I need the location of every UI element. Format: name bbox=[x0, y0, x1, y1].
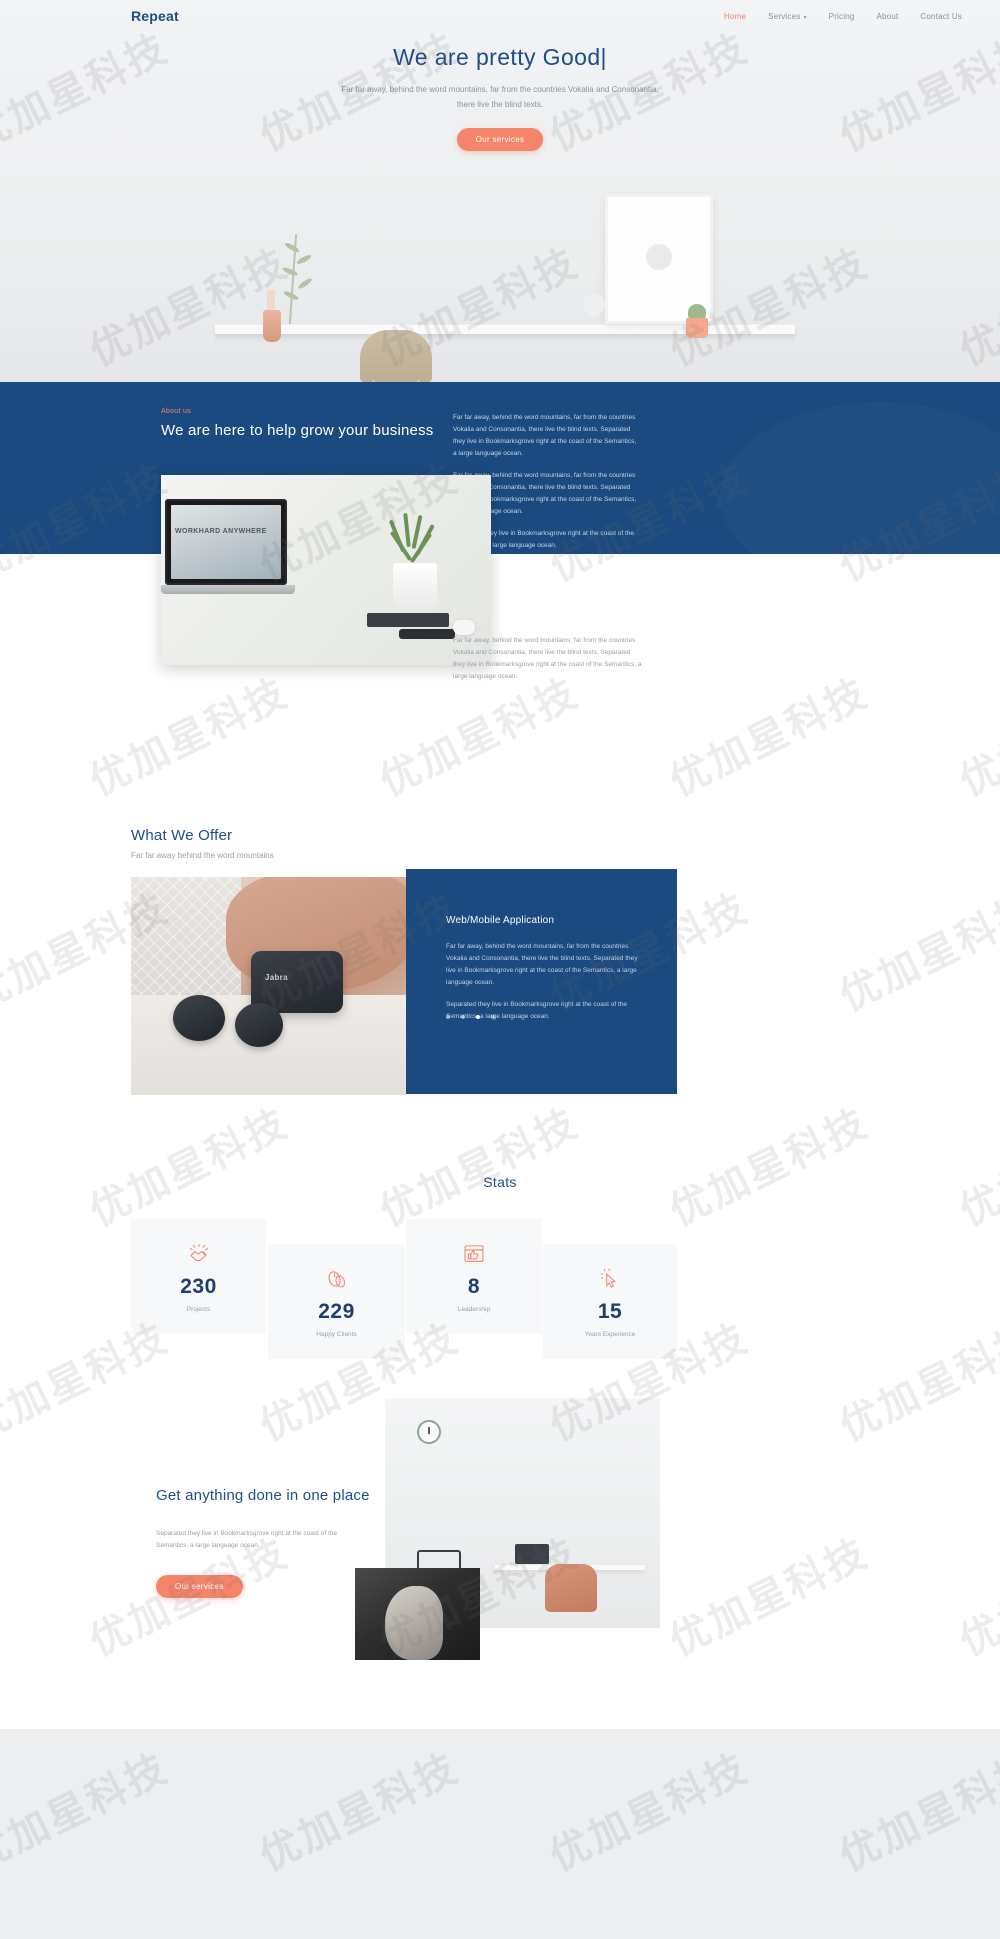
mesh-texture bbox=[131, 877, 241, 997]
watermark-text: 优加星科技 bbox=[82, 1099, 296, 1235]
thumbs-up-window-icon bbox=[464, 1245, 484, 1262]
carousel-dot[interactable] bbox=[461, 1015, 465, 1019]
plant-leaf bbox=[281, 266, 299, 277]
watermark-text: 优加星科技 bbox=[662, 1529, 876, 1665]
potted-plant-leaves bbox=[387, 512, 443, 569]
offer-product-image: Jabra bbox=[131, 877, 406, 1095]
stat-value: 8 bbox=[467, 1275, 481, 1298]
wall-clock bbox=[417, 1420, 441, 1444]
laptop-screen-text: WORKHARD ANYWHERE bbox=[175, 528, 267, 535]
earbud-right bbox=[235, 1003, 283, 1047]
carousel-dot[interactable] bbox=[491, 1015, 495, 1019]
carousel-dots bbox=[446, 1015, 495, 1019]
offer-card-paragraph: Separated they live in Bookmarksgrove ri… bbox=[446, 1001, 628, 1021]
watermark-text: 优加星科技 bbox=[82, 669, 296, 805]
watermark-text: 优加星科技 bbox=[0, 1529, 6, 1665]
watermark-text: 优加星科技 bbox=[372, 1099, 586, 1235]
get-anything-text: Separated they live in Bookmarksgrove ri… bbox=[156, 1530, 338, 1550]
stat-label: Happy Clients bbox=[316, 1331, 357, 1338]
white-plant-pot bbox=[393, 563, 437, 609]
carousel-dot-active[interactable] bbox=[476, 1015, 480, 1019]
get-anything-cta-button[interactable]: Our services bbox=[156, 1575, 243, 1598]
watermark-text: 优加星科技 bbox=[832, 1314, 1000, 1450]
computer-mouse bbox=[453, 620, 475, 635]
offer-card-title: Web/Mobile Application bbox=[446, 915, 555, 926]
hero-subtitle: Far far away, behind the word mountains,… bbox=[341, 85, 659, 109]
stat-label: Years Experience bbox=[584, 1331, 636, 1338]
watermark-text: 优加星科技 bbox=[662, 1099, 876, 1235]
terracotta-vase bbox=[263, 310, 281, 342]
wall-circle-decor-small bbox=[583, 294, 605, 316]
nav-item-services[interactable]: Services ▾ bbox=[768, 12, 807, 21]
small-plant-pot bbox=[686, 318, 708, 338]
watermark-text: 优加星科技 bbox=[832, 884, 1000, 1020]
page-title: We are pretty Good| bbox=[393, 44, 607, 70]
offer-card-text: Far far away, behind the word mountains,… bbox=[446, 941, 646, 1033]
stat-card-projects: 230 Projects bbox=[131, 1219, 266, 1334]
watermark-text: 优加星科技 bbox=[662, 669, 876, 805]
desk-surface bbox=[215, 324, 795, 334]
offer-subheading: Far far away behind the word mountains bbox=[131, 851, 274, 860]
stat-card-years-experience: 15 Years Experience bbox=[543, 1244, 677, 1359]
plant-leaf bbox=[296, 276, 314, 291]
stat-label: Projects bbox=[186, 1306, 211, 1313]
portrait-image bbox=[355, 1568, 480, 1660]
smartphone bbox=[399, 629, 455, 639]
nav-item-contact-us[interactable]: Contact Us bbox=[920, 12, 962, 21]
handshake-icon bbox=[189, 1244, 208, 1262]
office-chair-orange bbox=[545, 1564, 597, 1612]
about-section: About us We are here to help grow your b… bbox=[0, 382, 1000, 554]
watermark-text: 优加星科技 bbox=[0, 1099, 6, 1235]
stat-value: 230 bbox=[180, 1275, 217, 1298]
wall-circle-decor bbox=[566, 252, 600, 286]
stat-card-leadership: 8 Leadership bbox=[406, 1219, 542, 1334]
about-eyebrow-label: About us bbox=[161, 408, 192, 415]
decorative-circle bbox=[720, 402, 1000, 554]
nav-item-home[interactable]: Home bbox=[724, 12, 746, 21]
offer-heading: What We Offer bbox=[131, 827, 233, 844]
main-navigation: Home Services ▾ Pricing About Contact Us bbox=[724, 12, 962, 21]
profile-silhouette bbox=[385, 1586, 443, 1660]
chevron-down-icon: ▾ bbox=[803, 15, 807, 21]
chair bbox=[360, 330, 432, 382]
nav-item-pricing[interactable]: Pricing bbox=[829, 12, 855, 21]
earbud-left bbox=[173, 995, 225, 1041]
logo[interactable]: Repeat bbox=[131, 8, 179, 24]
site-footer: CONTACT 43 Raymouth Rd. Baltemoer, Londo… bbox=[0, 1729, 1000, 1939]
offer-intro-text: Far far away, behind the word mountains,… bbox=[453, 637, 642, 681]
plant-leaf bbox=[295, 253, 313, 266]
laptop-base bbox=[161, 585, 295, 594]
candle bbox=[267, 290, 275, 312]
offer-card: Web/Mobile Application Far far away, beh… bbox=[406, 869, 677, 1094]
offer-card-paragraph: Far far away, behind the word mountains,… bbox=[446, 943, 638, 987]
laptop-screen: WORKHARD ANYWHERE bbox=[165, 499, 287, 585]
laptop-wallpaper bbox=[171, 505, 281, 579]
about-paragraph: Far far away, behind the word mountains,… bbox=[453, 414, 637, 458]
hero-background-photo bbox=[0, 132, 1000, 382]
mouse-icon bbox=[327, 1271, 345, 1288]
watermark-text: 优加星科技 bbox=[952, 669, 1000, 805]
stat-value: 15 bbox=[597, 1300, 623, 1323]
carousel-dot[interactable] bbox=[446, 1015, 450, 1019]
site-header: Repeat Home Services ▾ Pricing About Cont… bbox=[0, 0, 1000, 33]
cursor-click-icon bbox=[600, 1268, 617, 1288]
office-monitor bbox=[515, 1544, 549, 1564]
watermark-text: 优加星科技 bbox=[952, 1099, 1000, 1235]
hero-section: We are pretty Good| Far far away, behind… bbox=[0, 0, 1000, 382]
watermark-text: 优加星科技 bbox=[0, 669, 6, 805]
product-brand-label: Jabra bbox=[265, 973, 288, 982]
get-anything-heading: Get anything done in one place bbox=[156, 1487, 370, 1504]
about-image: WORKHARD ANYWHERE bbox=[161, 475, 491, 665]
notebook bbox=[367, 613, 449, 627]
stats-heading: Stats bbox=[483, 1174, 517, 1190]
landing-page: We are pretty Good| Far far away, behind… bbox=[0, 0, 1000, 1939]
hero-cta-button[interactable]: Our services bbox=[456, 127, 544, 151]
stat-label: Leadership bbox=[457, 1306, 491, 1313]
stat-value: 229 bbox=[318, 1300, 355, 1323]
plant-leaf bbox=[283, 241, 301, 254]
nav-item-about[interactable]: About bbox=[877, 12, 899, 21]
watermark-text: 优加星科技 bbox=[952, 1529, 1000, 1665]
stat-card-happy-clients: 229 Happy Clients bbox=[268, 1244, 405, 1359]
about-heading: We are here to help grow your business bbox=[161, 422, 434, 439]
